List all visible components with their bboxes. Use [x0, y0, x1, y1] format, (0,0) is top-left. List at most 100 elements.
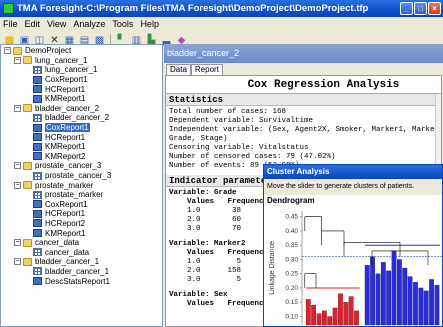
dendrogram-leaf: [370, 256, 375, 326]
y-tick-label: 0.25: [285, 271, 298, 278]
menu-analyze[interactable]: Analyze: [73, 19, 105, 29]
tree-item-label: cancer_data: [35, 238, 80, 248]
tree-folder[interactable]: − lung_cancer_1: [1, 56, 162, 66]
tree-item-label: bladder_cancer_2: [35, 103, 100, 113]
dendrogram-leaf: [338, 293, 343, 326]
statistics-block: Total number of cases: 168 Dependent vari…: [166, 106, 441, 171]
tree-report-item[interactable]: KMReport1: [1, 94, 162, 104]
tree-item-label: CoxReport1: [45, 75, 88, 85]
statistic-line: Number of censored cases: 79 (47.02%): [169, 153, 336, 161]
y-tick-label: 0.40: [285, 228, 298, 235]
dendrogram-leaf: [380, 262, 386, 326]
tree-report-item[interactable]: KMReport1: [1, 142, 162, 152]
tree-table-item[interactable]: bladder_cancer_1: [1, 267, 162, 277]
menu-view[interactable]: View: [47, 19, 66, 29]
expand-toggle-icon[interactable]: −: [14, 162, 21, 170]
dendrogram-leaf: [434, 284, 440, 326]
minimize-button[interactable]: _: [400, 2, 413, 15]
expand-toggle-icon[interactable]: −: [14, 56, 21, 64]
report-icon: [33, 85, 42, 94]
folder-icon: [13, 46, 22, 55]
tree-table-item[interactable]: prostate_cancer_3: [1, 171, 162, 181]
report-icon: [33, 75, 42, 84]
menu-tools[interactable]: Tools: [112, 19, 133, 29]
dendrogram-leaf: [386, 270, 392, 326]
expand-toggle-icon[interactable]: −: [4, 47, 11, 55]
tree-item-label: HCReport1: [45, 84, 86, 94]
tree-report-item[interactable]: KMReport1: [1, 228, 162, 238]
dendrogram-leaf: [423, 290, 429, 326]
y-tick-label: 0.10: [285, 313, 298, 320]
report-icon: [33, 209, 42, 218]
tree-item-label: prostate_cancer_3: [35, 161, 102, 171]
window-title: TMA Foresight-C:\Program Files\TMA Fores…: [17, 3, 369, 14]
title-bar[interactable]: TMA Foresight-C:\Program Files\TMA Fores…: [0, 0, 443, 17]
tree-item-label: bladder_cancer_1: [35, 257, 100, 267]
statistic-line: Grade, Stage): [169, 135, 228, 143]
statistic-line: Censoring variable: Vitalstatus: [169, 144, 309, 152]
dendrogram-leaf: [364, 265, 370, 326]
tree-item-label: prostate_cancer_3: [45, 171, 112, 181]
folder-icon: [23, 181, 32, 190]
tree-report-item[interactable]: HCReport1: [1, 132, 162, 142]
tree-report-item[interactable]: KMReport2: [1, 152, 162, 162]
app-window: TMA Foresight-C:\Program Files\TMA Fores…: [0, 0, 443, 327]
dendrogram-leaf: [429, 279, 434, 326]
tree-folder[interactable]: − cancer_data: [1, 238, 162, 248]
window-controls: _ □ ×: [400, 2, 441, 15]
tree-report-item[interactable]: CoxReport1: [1, 123, 162, 133]
dendrogram-leaf: [354, 310, 359, 326]
tree-item-label: KMReport2: [45, 151, 86, 161]
project-tree[interactable]: − DemoProject − lung_cancer_1 lung_cancer_1 C…: [0, 44, 163, 327]
report-icon: [33, 142, 42, 151]
tree-folder[interactable]: − prostate_cancer_3: [1, 161, 162, 171]
expand-toggle-icon[interactable]: −: [14, 181, 21, 189]
dendrogram-leaf: [413, 282, 418, 326]
close-button[interactable]: ×: [428, 2, 441, 15]
tree-table-item[interactable]: bladder_cancer_2: [1, 113, 162, 123]
tree-report-item[interactable]: HCReport2: [1, 219, 162, 229]
tree-item-label: HCReport1: [45, 209, 86, 219]
maximize-button[interactable]: □: [414, 2, 427, 15]
tree-report-item[interactable]: HCReport1: [1, 84, 162, 94]
table-icon: [33, 267, 42, 276]
tree-folder[interactable]: − DemoProject: [1, 46, 162, 56]
tree-folder[interactable]: − bladder_cancer_2: [1, 104, 162, 114]
expand-toggle-icon[interactable]: −: [14, 258, 21, 266]
dendrogram-leaf: [348, 296, 354, 326]
tree-table-item[interactable]: prostate_marker: [1, 190, 162, 200]
app-icon: [3, 3, 14, 14]
tree-table-item[interactable]: lung_cancer_1: [1, 65, 162, 75]
tree-folder[interactable]: − prostate_marker: [1, 180, 162, 190]
tree-table-item[interactable]: cancer_data: [1, 247, 162, 257]
tree-item-label: CoxReport1: [45, 199, 88, 209]
report-icon: [33, 229, 42, 238]
report-icon: [33, 94, 42, 103]
y-tick-label: 0.20: [285, 285, 298, 292]
statistic-line: Total number of cases: 168: [169, 108, 287, 116]
tab-data[interactable]: Data: [166, 64, 191, 75]
folder-icon: [23, 161, 32, 170]
tree-item-label: lung_cancer_1: [45, 65, 98, 75]
tree-item-label: cancer_data: [45, 247, 90, 257]
tree-report-item[interactable]: HCReport1: [1, 209, 162, 219]
report-title: Cox Regression Analysis: [166, 76, 441, 94]
tree-report-item[interactable]: CoxReport1: [1, 75, 162, 85]
cluster-title[interactable]: Cluster Analysis: [264, 165, 442, 179]
tree-report-item[interactable]: DescStatsReport1: [1, 276, 162, 286]
tree-folder[interactable]: − bladder_cancer_1: [1, 257, 162, 267]
menu-help[interactable]: Help: [140, 19, 159, 29]
tree-report-item[interactable]: CoxReport1: [1, 200, 162, 210]
y-tick-label: 0.35: [285, 242, 298, 249]
expand-toggle-icon[interactable]: −: [14, 104, 21, 112]
expand-toggle-icon[interactable]: −: [14, 239, 21, 247]
menu-file[interactable]: File: [3, 19, 18, 29]
document-tabs: Data Report: [166, 64, 223, 75]
tab-report[interactable]: Report: [190, 64, 223, 75]
dendrogram-leaf: [375, 273, 381, 326]
menu-edit[interactable]: Edit: [25, 19, 41, 29]
tree-item-label: KMReport1: [45, 94, 86, 104]
y-tick-label: 0.30: [285, 256, 298, 263]
folder-icon: [23, 238, 32, 247]
dendrogram-leaf: [397, 259, 402, 326]
